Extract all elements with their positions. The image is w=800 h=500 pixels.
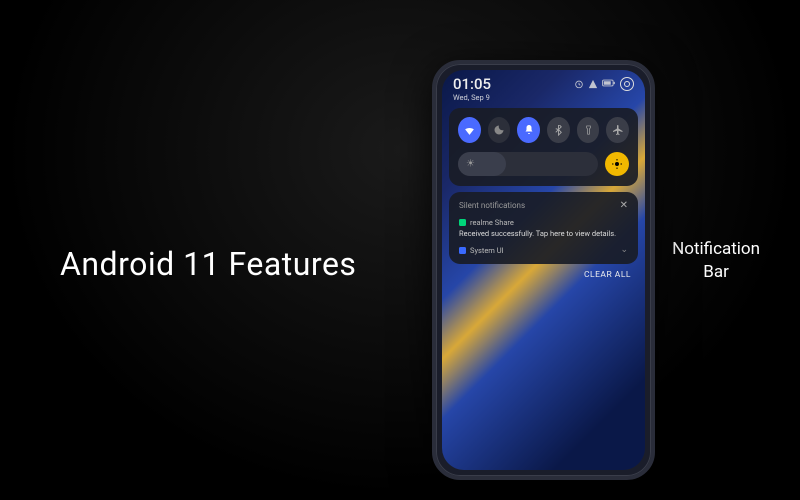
quick-settings-panel: ☀ — [449, 108, 638, 186]
qs-tile-dark-mode[interactable] — [488, 117, 511, 143]
qs-tile-sound[interactable] — [517, 117, 540, 143]
qs-tile-flashlight[interactable] — [577, 117, 600, 143]
qs-tile-bluetooth[interactable] — [547, 117, 570, 143]
subtitle-line2: Bar — [703, 262, 729, 282]
signal-icon — [588, 79, 598, 89]
phone-screen: 01:05 Wed, Sep 9 — [442, 70, 645, 470]
app-icon-realme-share — [459, 219, 466, 226]
app-icon-system-ui — [459, 247, 466, 254]
gear-icon[interactable] — [620, 77, 634, 91]
slide-subtitle: Notification Bar — [672, 238, 760, 284]
notification-item[interactable]: System UI ⌄ — [459, 245, 628, 255]
chevron-down-icon[interactable]: ⌄ — [620, 245, 628, 255]
notification-item[interactable]: realme Share Received successfully. Tap … — [459, 218, 628, 238]
notification-app-name: System UI — [470, 246, 504, 255]
alarm-icon — [574, 79, 584, 89]
clear-all-button[interactable]: CLEAR ALL — [442, 270, 631, 280]
close-icon[interactable]: ✕ — [620, 200, 628, 211]
auto-brightness-button[interactable] — [605, 152, 629, 176]
subtitle-line1: Notification — [672, 239, 760, 259]
status-clock: 01:05 — [453, 77, 491, 92]
qs-tile-airplane[interactable] — [606, 117, 629, 143]
qs-tile-wifi[interactable] — [458, 117, 481, 143]
status-bar: 01:05 Wed, Sep 9 — [442, 70, 645, 102]
notification-panel: Silent notifications ✕ realme Share Rece… — [449, 192, 638, 264]
notification-app-name: realme Share — [470, 218, 514, 227]
quick-settings-row — [458, 117, 629, 143]
brightness-icon: ☀ — [466, 159, 475, 170]
notification-section-label: Silent notifications — [459, 201, 525, 210]
status-date: Wed, Sep 9 — [453, 93, 491, 102]
phone-frame: 01:05 Wed, Sep 9 — [432, 60, 655, 480]
brightness-slider[interactable]: ☀ — [458, 152, 598, 176]
notification-body: Received successfully. Tap here to view … — [459, 229, 628, 238]
slide-title: Android 11 Features — [60, 245, 356, 283]
battery-icon — [602, 79, 612, 89]
